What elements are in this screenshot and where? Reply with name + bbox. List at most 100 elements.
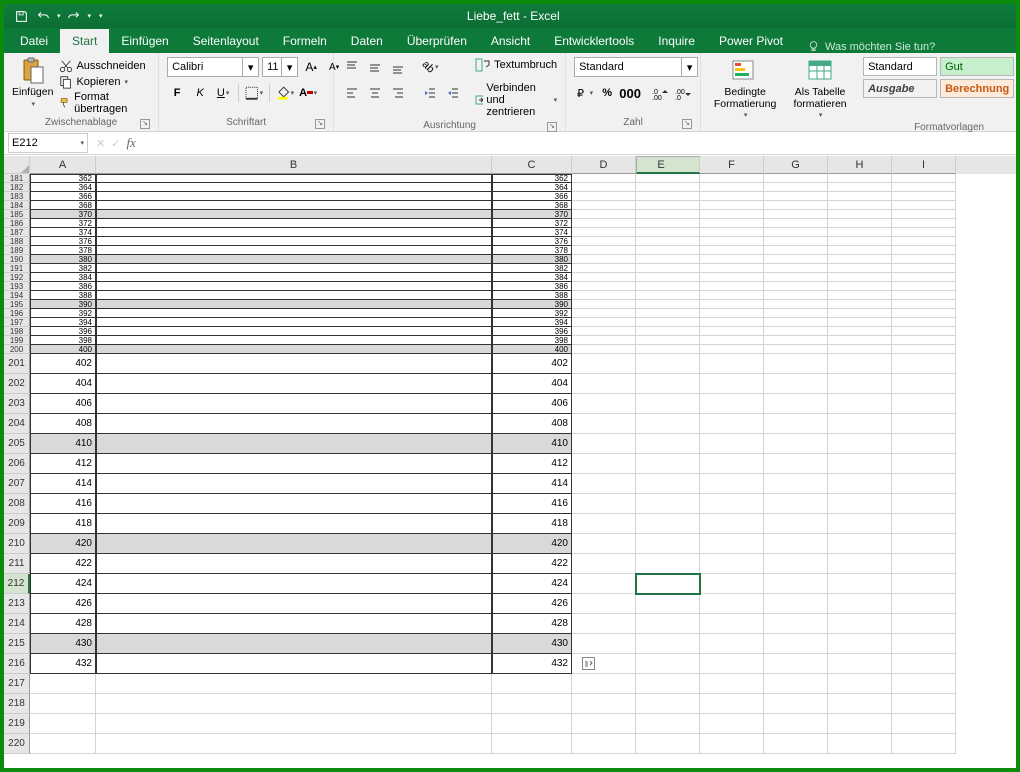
cell[interactable] xyxy=(700,291,764,300)
tab-formeln[interactable]: Formeln xyxy=(271,29,339,53)
cell[interactable]: 418 xyxy=(492,514,572,534)
cell[interactable]: 396 xyxy=(492,327,572,336)
cell[interactable] xyxy=(492,694,572,714)
cell[interactable] xyxy=(572,714,636,734)
row-header[interactable]: 214 xyxy=(4,614,30,634)
cell[interactable] xyxy=(892,654,956,674)
cell[interactable]: 380 xyxy=(30,255,96,264)
conditional-formatting-button[interactable]: Bedingte Formatierung▾ xyxy=(709,57,781,120)
format-painter-button[interactable]: Format übertragen xyxy=(59,91,150,115)
cell[interactable]: 368 xyxy=(492,201,572,210)
cell[interactable] xyxy=(700,534,764,554)
cell[interactable] xyxy=(764,354,828,374)
column-header-G[interactable]: G xyxy=(764,156,828,174)
cell[interactable] xyxy=(764,654,828,674)
cell[interactable] xyxy=(764,414,828,434)
cell[interactable] xyxy=(572,219,636,228)
cell[interactable] xyxy=(892,336,956,345)
cell[interactable]: 398 xyxy=(492,336,572,345)
align-left-button[interactable] xyxy=(342,83,362,103)
cell[interactable] xyxy=(492,714,572,734)
tab-power pivot[interactable]: Power Pivot xyxy=(707,29,795,53)
cell[interactable] xyxy=(828,494,892,514)
cell[interactable]: 366 xyxy=(492,192,572,201)
cell[interactable] xyxy=(636,654,700,674)
cell[interactable] xyxy=(828,514,892,534)
align-top-button[interactable] xyxy=(342,57,362,77)
copy-button[interactable]: Kopieren▾ xyxy=(59,75,150,89)
cell[interactable] xyxy=(96,614,492,634)
cell[interactable] xyxy=(96,210,492,219)
cell[interactable]: 382 xyxy=(492,264,572,273)
cell[interactable] xyxy=(700,474,764,494)
row-header[interactable]: 216 xyxy=(4,654,30,674)
cell[interactable] xyxy=(700,714,764,734)
cell[interactable] xyxy=(828,374,892,394)
cell[interactable] xyxy=(764,210,828,219)
cell[interactable] xyxy=(572,474,636,494)
cell[interactable] xyxy=(700,183,764,192)
cell[interactable] xyxy=(96,291,492,300)
cell[interactable] xyxy=(700,674,764,694)
cell[interactable]: 430 xyxy=(492,634,572,654)
align-right-button[interactable] xyxy=(388,83,408,103)
cell[interactable] xyxy=(572,514,636,534)
cell[interactable]: 388 xyxy=(30,291,96,300)
cell[interactable] xyxy=(700,345,764,354)
cell[interactable] xyxy=(636,514,700,534)
cell[interactable] xyxy=(828,291,892,300)
align-bottom-button[interactable] xyxy=(388,57,408,77)
cell[interactable] xyxy=(636,291,700,300)
row-header[interactable]: 213 xyxy=(4,594,30,614)
cell[interactable] xyxy=(892,219,956,228)
cell[interactable] xyxy=(636,228,700,237)
number-format-select[interactable]: Standard▾ xyxy=(574,57,698,77)
cell[interactable] xyxy=(572,300,636,309)
cell[interactable]: 432 xyxy=(492,654,572,674)
cell[interactable] xyxy=(828,210,892,219)
cell[interactable] xyxy=(636,354,700,374)
cell[interactable] xyxy=(764,291,828,300)
row-header[interactable]: 205 xyxy=(4,434,30,454)
cell[interactable] xyxy=(572,614,636,634)
cell[interactable] xyxy=(572,694,636,714)
row-header[interactable]: 203 xyxy=(4,394,30,414)
merge-center-button[interactable]: Verbinden und zentrieren▾ xyxy=(475,82,557,118)
cell[interactable] xyxy=(828,219,892,228)
cell[interactable] xyxy=(572,354,636,374)
cell[interactable] xyxy=(828,174,892,183)
cell[interactable]: 382 xyxy=(30,264,96,273)
cell[interactable] xyxy=(700,654,764,674)
cell[interactable] xyxy=(492,734,572,754)
underline-button[interactable]: U▾ xyxy=(213,83,233,103)
cell[interactable] xyxy=(700,594,764,614)
cell-style-berechnung[interactable]: Berechnung xyxy=(940,79,1014,98)
accounting-format-button[interactable]: ₽▾ xyxy=(574,83,594,103)
cell[interactable] xyxy=(892,192,956,201)
cell[interactable] xyxy=(892,474,956,494)
cell[interactable] xyxy=(892,291,956,300)
cell[interactable] xyxy=(572,237,636,246)
cell[interactable] xyxy=(700,219,764,228)
cell[interactable] xyxy=(96,201,492,210)
cell[interactable] xyxy=(572,183,636,192)
cell[interactable] xyxy=(892,228,956,237)
cell[interactable] xyxy=(572,282,636,291)
cell[interactable] xyxy=(700,694,764,714)
cell[interactable]: 412 xyxy=(30,454,96,474)
cell[interactable] xyxy=(572,336,636,345)
cell[interactable]: 426 xyxy=(30,594,96,614)
cell[interactable] xyxy=(892,174,956,183)
cell[interactable] xyxy=(700,374,764,394)
cell[interactable] xyxy=(636,246,700,255)
cell[interactable] xyxy=(700,174,764,183)
cell[interactable] xyxy=(700,192,764,201)
cell[interactable] xyxy=(96,174,492,183)
cell[interactable] xyxy=(828,434,892,454)
cell[interactable] xyxy=(572,454,636,474)
cell[interactable]: 376 xyxy=(30,237,96,246)
cell[interactable] xyxy=(828,318,892,327)
cell[interactable] xyxy=(636,674,700,694)
cell[interactable] xyxy=(828,201,892,210)
cell[interactable] xyxy=(828,300,892,309)
